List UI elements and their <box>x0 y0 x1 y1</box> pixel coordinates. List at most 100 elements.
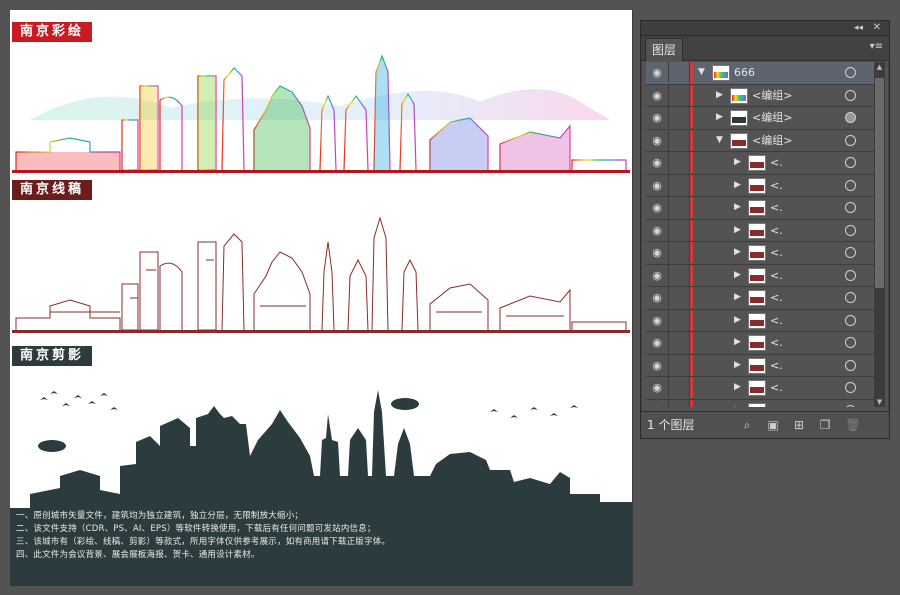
new-layer-icon[interactable]: ❐ <box>817 417 833 433</box>
lock-toggle[interactable] <box>669 354 690 376</box>
eye-icon[interactable]: ◉ <box>646 287 669 308</box>
collapse-arrow-icon[interactable]: ▼ <box>716 130 723 151</box>
target-circle-icon[interactable] <box>845 404 856 407</box>
expand-arrow-icon[interactable]: ▶ <box>734 377 741 398</box>
layer-row[interactable]: ◉ ▶ <. <box>646 332 874 355</box>
eye-icon[interactable]: ◉ <box>646 332 669 353</box>
layer-row[interactable]: ◉ ▶ <. <box>646 354 874 377</box>
eye-icon[interactable]: ◉ <box>646 197 669 218</box>
expand-arrow-icon[interactable]: ▶ <box>734 197 741 218</box>
lock-toggle[interactable] <box>669 107 690 128</box>
lock-toggle[interactable] <box>669 264 690 286</box>
eye-icon[interactable]: ◉ <box>646 219 669 241</box>
layer-row[interactable]: ◉ ▶ <编组> <box>646 107 874 130</box>
target-circle-icon[interactable] <box>845 269 856 281</box>
eye-icon[interactable]: ◉ <box>646 399 669 407</box>
eye-icon[interactable]: ◉ <box>646 62 669 83</box>
target-circle-icon[interactable] <box>845 157 856 168</box>
layer-row[interactable]: ◉ ▼ 666 <box>646 62 874 85</box>
lock-toggle[interactable] <box>669 309 690 331</box>
layer-row[interactable]: ◉ ▶ <. <box>646 197 874 220</box>
panel-titlebar[interactable]: ◂◂ ✕ <box>641 21 889 36</box>
layer-row[interactable]: ◉ ▶ <. <box>646 219 874 242</box>
eye-icon[interactable]: ◉ <box>646 129 669 151</box>
target-circle-icon[interactable] <box>845 134 856 146</box>
expand-arrow-icon[interactable]: ▶ <box>734 265 741 286</box>
scroll-thumb[interactable] <box>875 78 884 288</box>
layer-row[interactable]: ◉ ▶ <编组> <box>646 84 874 107</box>
lock-toggle[interactable] <box>669 174 690 196</box>
eye-icon[interactable]: ◉ <box>646 107 669 128</box>
expand-arrow-icon[interactable]: ▶ <box>734 355 741 376</box>
expand-arrow-icon[interactable]: ▶ <box>716 85 723 106</box>
lock-toggle[interactable] <box>669 332 690 353</box>
expand-arrow-icon[interactable]: ▶ <box>734 242 741 263</box>
layer-row[interactable]: ◉ ▶ <. <box>646 309 874 332</box>
scroll-down-icon[interactable]: ▼ <box>874 397 885 407</box>
layer-thumbnail <box>748 177 766 194</box>
search-icon[interactable]: ⌕ <box>739 417 755 433</box>
eye-icon[interactable]: ◉ <box>646 264 669 286</box>
target-circle-icon[interactable] <box>845 202 856 213</box>
clipping-mask-icon[interactable]: ▣ <box>765 417 781 433</box>
expand-arrow-icon[interactable]: ▶ <box>734 287 741 308</box>
layer-row[interactable]: ◉ ▶ <. <box>646 152 874 175</box>
layer-row[interactable]: ◉ ▶ <. <box>646 287 874 310</box>
target-circle-icon[interactable] <box>845 112 856 123</box>
lock-toggle[interactable] <box>669 399 690 407</box>
lock-toggle[interactable] <box>669 197 690 218</box>
lock-toggle[interactable] <box>669 242 690 263</box>
lock-toggle[interactable] <box>669 129 690 151</box>
expand-arrow-icon[interactable]: ▶ <box>734 332 741 353</box>
panel-menu-icon[interactable]: ▾≡ <box>870 41 883 52</box>
target-circle-icon[interactable] <box>845 292 856 303</box>
collapse-icon[interactable]: ◂◂ <box>854 21 863 35</box>
layer-row[interactable]: ◉ ▶ <. <box>646 399 874 408</box>
target-circle-icon[interactable] <box>845 67 856 78</box>
lock-toggle[interactable] <box>669 377 690 398</box>
target-circle-icon[interactable] <box>845 89 856 101</box>
eye-icon[interactable]: ◉ <box>646 152 669 173</box>
eye-icon[interactable]: ◉ <box>646 377 669 398</box>
layers-scrollbar[interactable]: ▲ ▼ <box>874 62 885 407</box>
expand-arrow-icon[interactable]: ▶ <box>734 152 741 173</box>
collapse-arrow-icon[interactable]: ▼ <box>698 62 705 83</box>
layer-row[interactable]: ◉ ▶ <. <box>646 174 874 197</box>
layer-row[interactable]: ◉ ▼ <编组> <box>646 129 874 152</box>
scroll-up-icon[interactable]: ▲ <box>874 62 885 72</box>
layer-thumbnail <box>748 357 766 374</box>
artboard[interactable]: 南京彩绘 南京线稿 南京剪影 一、原创城市矢量文件，建筑均为独立建筑，独立分层，… <box>10 10 633 586</box>
trash-icon[interactable]: 🗑 <box>845 417 861 433</box>
lock-toggle[interactable] <box>669 152 690 173</box>
eye-icon[interactable]: ◉ <box>646 354 669 376</box>
target-circle-icon[interactable] <box>845 337 856 348</box>
eye-icon[interactable]: ◉ <box>646 242 669 263</box>
target-circle-icon[interactable] <box>845 314 856 326</box>
expand-arrow-icon[interactable]: ▶ <box>716 107 723 128</box>
target-circle-icon[interactable] <box>845 382 856 393</box>
target-circle-icon[interactable] <box>845 247 856 258</box>
new-sublayer-icon[interactable]: ⊞ <box>791 417 807 433</box>
expand-arrow-icon[interactable]: ▶ <box>734 310 741 331</box>
expand-arrow-icon[interactable]: ▶ <box>734 220 741 241</box>
layer-name: <. <box>770 223 783 237</box>
eye-icon[interactable]: ◉ <box>646 84 669 106</box>
target-circle-icon[interactable] <box>845 224 856 236</box>
eye-icon[interactable]: ◉ <box>646 174 669 196</box>
layer-row[interactable]: ◉ ▶ <. <box>646 264 874 287</box>
layer-row[interactable]: ◉ ▶ <. <box>646 242 874 265</box>
target-circle-icon[interactable] <box>845 359 856 371</box>
expand-arrow-icon[interactable]: ▶ <box>734 400 741 408</box>
lock-toggle[interactable] <box>669 84 690 106</box>
close-icon[interactable]: ✕ <box>873 21 881 35</box>
colored-skyline[interactable] <box>10 10 632 180</box>
target-circle-icon[interactable] <box>845 179 856 191</box>
lock-toggle[interactable] <box>669 287 690 308</box>
lock-toggle[interactable] <box>669 62 690 83</box>
eye-icon[interactable]: ◉ <box>646 309 669 331</box>
layer-row[interactable]: ◉ ▶ <. <box>646 377 874 400</box>
tab-layers[interactable]: 图层 <box>645 38 684 61</box>
lock-toggle[interactable] <box>669 219 690 241</box>
line-skyline[interactable] <box>10 180 632 340</box>
expand-arrow-icon[interactable]: ▶ <box>734 175 741 196</box>
